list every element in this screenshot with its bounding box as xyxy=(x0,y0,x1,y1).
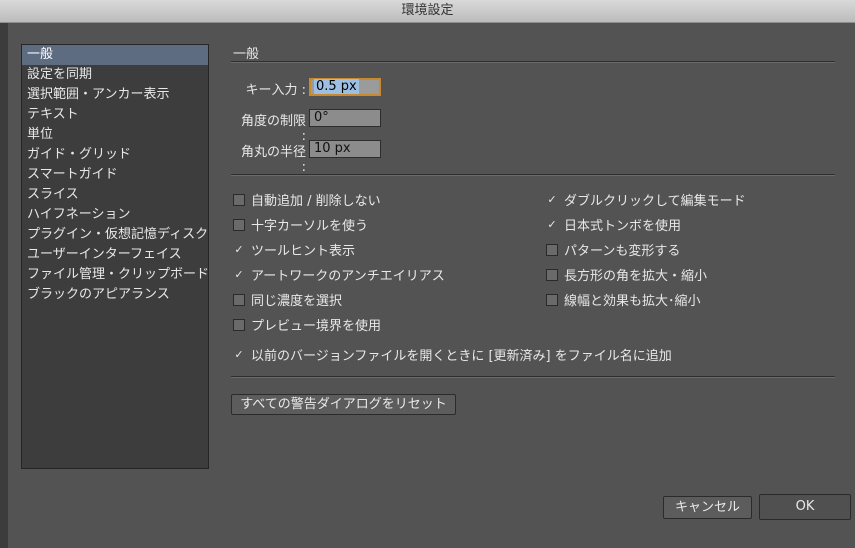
checkbox-empty-icon[interactable] xyxy=(233,193,245,206)
option-checkbox[interactable]: 同じ濃度を選択 xyxy=(233,290,342,309)
section-divider-top xyxy=(231,61,835,63)
option-checkbox[interactable]: パターンも変形する xyxy=(546,240,680,259)
sidebar-item[interactable]: ハイフネーション xyxy=(22,205,208,225)
checkbox-empty-icon[interactable] xyxy=(546,268,558,281)
sidebar-item[interactable]: 一般 xyxy=(22,45,208,65)
sidebar-item[interactable]: 設定を同期 xyxy=(22,65,208,85)
key-increment-value: 0.5 px xyxy=(314,79,359,94)
checkmark-icon[interactable]: ✓ xyxy=(546,219,558,231)
checkmark-icon[interactable]: ✓ xyxy=(233,269,245,281)
option-checkbox[interactable]: ✓ 日本式トンボを使用 xyxy=(546,215,682,235)
option-label: 以前のバージョンファイルを開くときに [更新済み] をファイル名に追加 xyxy=(251,349,672,364)
ok-button[interactable]: OK xyxy=(759,494,851,520)
checkbox-empty-icon[interactable] xyxy=(546,243,558,256)
sidebar-item[interactable]: スライス xyxy=(22,185,208,205)
option-checkbox[interactable]: 自動追加 / 削除しない xyxy=(233,190,381,209)
constrain-angle-label: 角度の制限 : xyxy=(240,114,306,144)
option-label: 同じ濃度を選択 xyxy=(251,294,343,309)
option-label: ツールヒント表示 xyxy=(251,244,356,259)
sidebar-item[interactable]: ガイド・グリッド xyxy=(22,145,208,165)
window-title: 環境設定 xyxy=(401,3,454,18)
checkmark-icon[interactable]: ✓ xyxy=(546,194,558,206)
corner-radius-input[interactable]: 10 px xyxy=(309,140,381,158)
window-titlebar[interactable]: 環境設定 xyxy=(0,0,855,23)
section-divider-middle xyxy=(231,174,835,176)
constrain-angle-input[interactable]: 0° xyxy=(309,109,381,127)
option-checkbox[interactable]: 線幅と効果も拡大･縮小 xyxy=(546,290,701,309)
cancel-button[interactable]: キャンセル xyxy=(663,496,752,519)
checkbox-empty-icon[interactable] xyxy=(233,318,245,331)
sidebar-item[interactable]: テキスト xyxy=(22,105,208,125)
option-label: ダブルクリックして編集モード xyxy=(564,194,746,209)
option-label: プレビュー境界を使用 xyxy=(251,319,382,334)
option-label: 自動追加 / 削除しない xyxy=(251,194,381,209)
section-title: 一般 xyxy=(233,47,260,62)
reset-warnings-button[interactable]: すべての警告ダイアログをリセット xyxy=(231,394,456,415)
option-checkbox[interactable]: 十字カーソルを使う xyxy=(233,215,368,234)
option-label: アートワークのアンチエイリアス xyxy=(251,269,445,284)
option-label: 日本式トンボを使用 xyxy=(564,219,682,234)
option-checkbox[interactable]: ✓ ダブルクリックして編集モード xyxy=(546,190,746,210)
sidebar-item[interactable]: ファイル管理・クリップボード xyxy=(22,265,209,285)
option-checkbox[interactable]: ✓ 以前のバージョンファイルを開くときに [更新済み] をファイル名に追加 xyxy=(233,345,672,365)
option-checkbox[interactable]: ✓ ツールヒント表示 xyxy=(233,240,356,260)
preferences-category-list[interactable]: 一般 設定を同期 選択範囲・アンカー表示 テキスト 単位 ガイド・グリッド スマートガイドス… xyxy=(21,44,209,469)
checkbox-empty-icon[interactable] xyxy=(233,218,245,231)
sidebar-item[interactable]: ブラックのアピアランス xyxy=(22,285,208,305)
section-divider-bottom xyxy=(231,376,835,378)
corner-radius-label: 角丸の半径 : xyxy=(240,145,306,175)
option-label: 線幅と効果も拡大･縮小 xyxy=(564,294,701,309)
option-checkbox[interactable]: ✓ アートワークのアンチエイリアス xyxy=(233,265,445,285)
key-increment-label: キー入力 : xyxy=(245,83,306,98)
option-label: 十字カーソルを使う xyxy=(251,219,369,234)
background-app-edge xyxy=(0,23,8,548)
key-increment-input[interactable]: 0.5 px xyxy=(309,78,381,96)
checkbox-empty-icon[interactable] xyxy=(233,293,245,306)
checkmark-icon[interactable]: ✓ xyxy=(233,244,245,256)
sidebar-item[interactable]: ユーザーインターフェイス xyxy=(22,245,208,265)
option-checkbox[interactable]: プレビュー境界を使用 xyxy=(233,315,381,334)
option-label: 長方形の角を拡大・縮小 xyxy=(564,269,708,284)
checkbox-empty-icon[interactable] xyxy=(546,293,558,306)
sidebar-item[interactable]: 単位 xyxy=(22,125,208,145)
option-checkbox[interactable]: 長方形の角を拡大・縮小 xyxy=(546,265,707,284)
option-label: パターンも変形する xyxy=(564,244,681,259)
sidebar-item[interactable]: 選択範囲・アンカー表示 xyxy=(22,85,208,105)
checkmark-icon[interactable]: ✓ xyxy=(233,349,245,361)
sidebar-item[interactable]: スマートガイド xyxy=(22,165,208,185)
sidebar-item[interactable]: プラグイン・仮想記憶ディスク xyxy=(22,225,208,245)
